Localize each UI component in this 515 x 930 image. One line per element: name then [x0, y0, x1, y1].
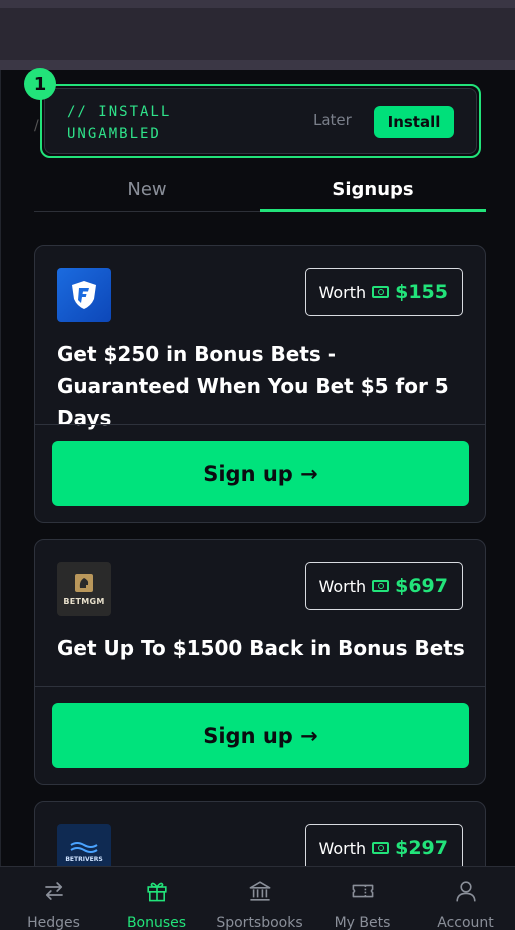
worth-label: Worth	[318, 282, 367, 302]
nav-label: My Bets	[334, 915, 391, 930]
nav-label: Sportsbooks	[216, 915, 303, 930]
worth-amount: $697	[395, 575, 448, 597]
offer-tabs: New Signups	[34, 166, 486, 212]
nav-item-sportsbooks[interactable]: Sportsbooks	[208, 867, 311, 930]
decorative-mark: /	[34, 118, 39, 134]
card-divider	[35, 686, 485, 687]
betmgm-logo-text: BETMGM	[63, 597, 105, 606]
money-icon	[372, 286, 390, 298]
browser-top-strip	[0, 0, 515, 8]
gift-icon	[146, 882, 167, 902]
worth-amount: $155	[395, 281, 448, 303]
install-banner-text: // INSTALL UNGAMBLED	[67, 104, 172, 142]
worth-box: Worth $297	[305, 824, 463, 872]
river-waves-icon	[70, 841, 98, 853]
ticket-icon	[352, 884, 373, 898]
worth-label: Worth	[318, 576, 367, 596]
offer-card-betmgm: BETMGM Worth $697 Get Up To $1500 Back i…	[34, 539, 486, 785]
money-icon	[372, 842, 390, 854]
arrows-swap-icon	[44, 882, 63, 900]
tab-signups[interactable]: Signups	[260, 166, 486, 212]
lion-emblem-icon	[75, 574, 93, 592]
fanduel-logo	[57, 268, 111, 322]
offer-title: Get Up To $1500 Back in Bonus Bets	[57, 636, 465, 660]
sign-up-button[interactable]: Sign up →	[52, 703, 469, 768]
betmgm-logo: BETMGM	[57, 562, 111, 616]
card-divider	[35, 424, 485, 425]
nav-item-my-bets[interactable]: My Bets	[311, 867, 414, 930]
user-icon	[455, 881, 476, 902]
betrivers-logo-text: BETRIVERS	[65, 855, 103, 863]
bank-icon	[249, 881, 270, 901]
money-icon	[372, 580, 390, 592]
nav-item-hedges[interactable]: Hedges	[2, 867, 105, 930]
later-button[interactable]: Later	[313, 111, 352, 129]
install-banner: // INSTALL UNGAMBLED Later Install	[44, 88, 477, 154]
worth-box: Worth $155	[305, 268, 463, 316]
sign-up-button[interactable]: Sign up →	[52, 441, 469, 506]
install-button[interactable]: Install	[374, 106, 454, 138]
nav-item-account[interactable]: Account	[414, 867, 515, 930]
bottom-nav: Hedges Bonuses Sportsbooks My Bets Accou…	[0, 866, 515, 930]
worth-amount: $297	[395, 837, 448, 859]
tab-new[interactable]: New	[34, 166, 260, 212]
nav-label: Hedges	[27, 915, 80, 930]
nav-item-bonuses[interactable]: Bonuses	[105, 867, 208, 930]
fanduel-shield-icon	[72, 281, 96, 309]
worth-box: Worth $697	[305, 562, 463, 610]
nav-label: Account	[437, 915, 494, 930]
nav-label: Bonuses	[126, 915, 187, 930]
browser-chrome	[0, 0, 515, 70]
browser-bottom-strip	[0, 60, 515, 70]
offer-title: Get $250 in Bonus Bets - Guaranteed When…	[57, 342, 449, 430]
worth-label: Worth	[318, 838, 367, 858]
active-tab-indicator	[260, 209, 486, 212]
step-badge: 1	[24, 68, 56, 100]
offer-card-fanduel: Worth $155 Get $250 in Bonus Bets - Guar…	[34, 245, 486, 523]
